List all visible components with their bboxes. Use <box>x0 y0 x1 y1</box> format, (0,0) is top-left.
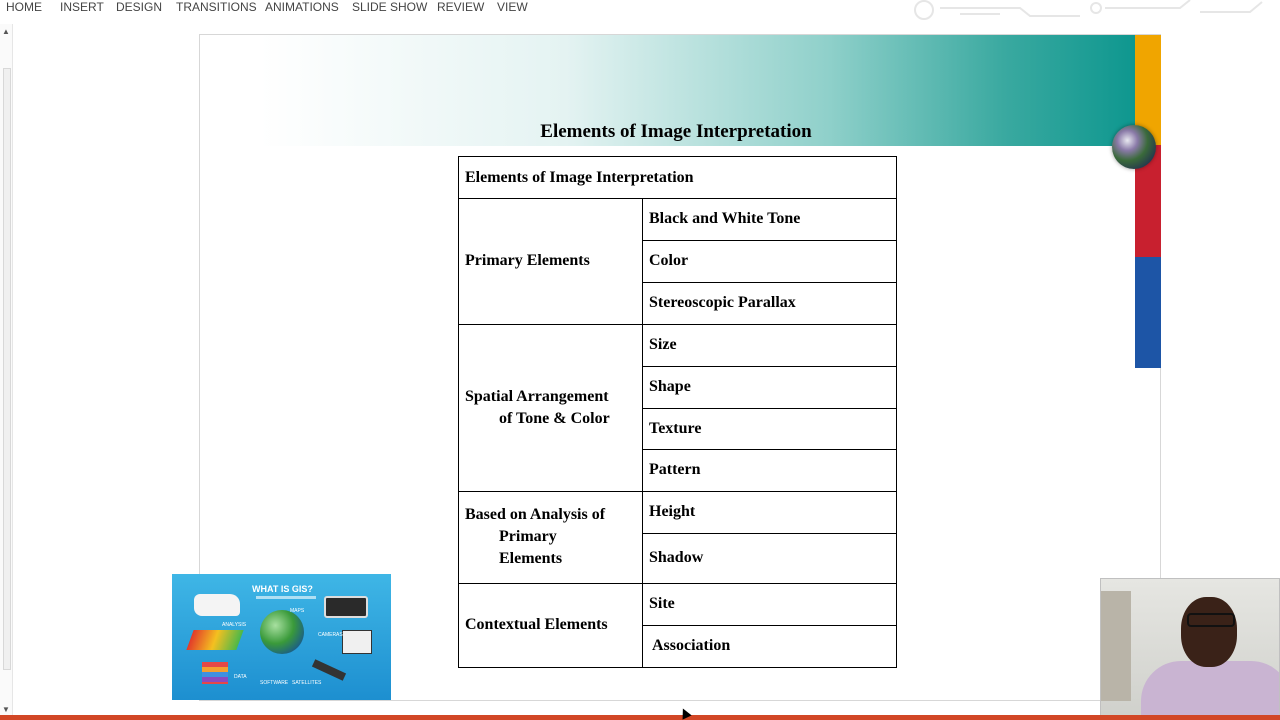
category-line: Based on Analysis of <box>465 506 606 523</box>
presenter-body <box>1141 661 1279 719</box>
glasses-icon <box>1187 613 1235 627</box>
presenter-head <box>1181 597 1237 667</box>
gis-label: SOFTWARE <box>260 680 289 686</box>
item-shadow: Shadow <box>649 549 704 566</box>
table-header: Elements of Image Interpretation <box>465 168 694 186</box>
gis-subtitle-line <box>256 596 316 599</box>
category-primary-elements: Primary Elements <box>465 252 590 269</box>
category-spatial-arrangement: Spatial Arrangement of Tone & Color <box>465 324 641 491</box>
category-line: Elements <box>499 550 563 567</box>
category-line: Spatial Arrangement <box>465 387 609 405</box>
category-based-on-analysis: Based on Analysis of Primary Elements <box>465 491 641 583</box>
tab-slide-show[interactable]: SLIDE SHOW <box>352 0 427 14</box>
scroll-thumb[interactable] <box>3 68 11 670</box>
webcam-video <box>1100 578 1280 720</box>
what-is-gis-image: WHAT IS GIS? MAPS ANALYSIS CAMERAS DATA … <box>172 574 391 700</box>
item-association: Association <box>652 637 731 654</box>
item-shape: Shape <box>649 378 691 395</box>
tablet-icon <box>324 596 368 618</box>
map-icon <box>194 594 240 616</box>
tab-home[interactable]: HOME <box>6 0 42 14</box>
gis-label: CAMERAS <box>318 632 343 638</box>
interpretation-table: Elements of Image Interpretation Primary… <box>458 156 897 668</box>
vertical-scrollbar[interactable]: ▲ ▼ <box>0 24 13 716</box>
tab-transitions[interactable]: TRANSITIONS <box>176 0 257 14</box>
status-strip <box>0 715 1280 720</box>
slide-title: Elements of Image Interpretation <box>540 121 812 142</box>
gis-label: MAPS <box>290 608 305 614</box>
tab-design[interactable]: DESIGN <box>116 0 162 14</box>
item-stereoscopic-parallax: Stereoscopic Parallax <box>649 294 796 311</box>
heatmap-icon <box>186 630 244 650</box>
item-black-and-white-tone: Black and White Tone <box>649 210 801 227</box>
gis-label: DATA <box>234 674 247 680</box>
item-size: Size <box>649 336 677 353</box>
gis-title: WHAT IS GIS? <box>252 584 313 594</box>
gis-label: SATELLITES <box>292 680 322 686</box>
item-height: Height <box>649 503 696 520</box>
circuit-decoration <box>914 0 1263 20</box>
scroll-down-icon[interactable]: ▼ <box>2 706 10 714</box>
tab-review[interactable]: REVIEW <box>437 0 484 14</box>
accent-bar-blue <box>1135 257 1161 368</box>
category-contextual-elements: Contextual Elements <box>465 616 608 633</box>
layers-icon <box>202 662 228 684</box>
scroll-up-icon[interactable]: ▲ <box>2 28 10 36</box>
gis-label: ANALYSIS <box>222 622 247 628</box>
category-line: Primary <box>499 528 557 545</box>
earth-icon <box>260 610 304 654</box>
satellite-icon <box>311 659 347 681</box>
tab-insert[interactable]: INSERT <box>60 0 104 14</box>
item-pattern: Pattern <box>649 461 701 478</box>
item-site: Site <box>649 595 675 612</box>
computer-icon <box>342 630 372 654</box>
item-color: Color <box>649 252 689 269</box>
tab-view[interactable]: VIEW <box>497 0 528 14</box>
item-texture: Texture <box>649 419 702 437</box>
category-line: of Tone & Color <box>499 409 610 427</box>
ribbon-menu-bar: HOME INSERT DESIGN TRANSITIONS ANIMATION… <box>0 0 1280 20</box>
tab-animations[interactable]: ANIMATIONS <box>265 0 339 14</box>
